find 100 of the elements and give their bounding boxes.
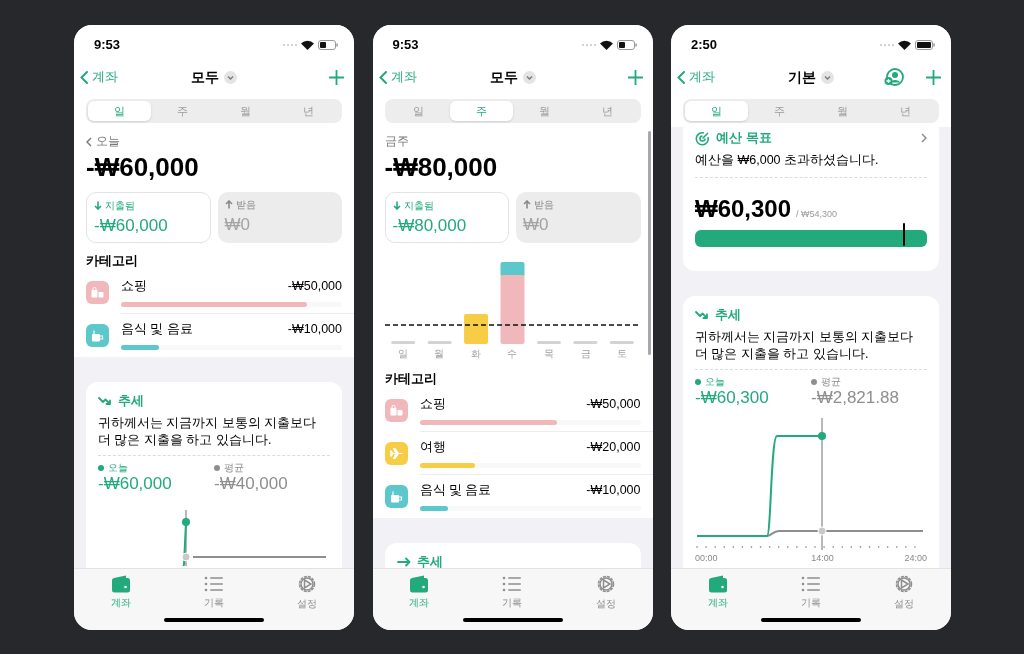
category-row[interactable]: 여행 -₩20,000 <box>372 432 653 475</box>
category-row[interactable]: 음식 및 음료 -₩10,000 <box>74 314 354 357</box>
spent-card[interactable]: 지출됨 -₩60,000 <box>86 192 211 243</box>
add-button[interactable] <box>926 69 941 85</box>
chevron-left-icon[interactable] <box>86 137 92 147</box>
card-title: 예산 목표 <box>716 129 772 148</box>
tab-item[interactable]: 설정 <box>260 574 354 610</box>
tab-item[interactable]: 기록 <box>167 574 261 610</box>
card-label: 지출됨 <box>403 199 434 213</box>
scroll-bar[interactable] <box>647 131 651 355</box>
section-title: 카테고리 <box>85 252 139 270</box>
arrow-right-icon <box>396 557 411 567</box>
card-title: 추세 <box>715 306 741 325</box>
card-label: 지출됨 <box>105 199 135 213</box>
arrow-down-icon <box>392 201 401 210</box>
card-value: ₩0 <box>523 214 550 236</box>
plus-icon <box>329 69 344 85</box>
segment-tab[interactable]: 월 <box>214 101 277 121</box>
tab-item[interactable]: 계좌 <box>372 574 466 610</box>
budget-card[interactable]: 예산 목표 예산을 ₩6,000 초과하셨습니다. ₩60,300 / ₩54,300 <box>683 127 939 271</box>
trend-down-icon <box>98 396 112 406</box>
day-label: 화 <box>469 347 482 361</box>
segment-tab[interactable]: 주 <box>151 101 214 121</box>
back-button[interactable]: 계좌 <box>378 67 417 87</box>
list-icon <box>502 575 523 592</box>
category-amount: -₩10,000 <box>586 482 641 500</box>
budget-message: 예산을 ₩6,000 초과하셨습니다. <box>695 152 880 169</box>
category-name: 여행 <box>419 439 446 457</box>
category-row[interactable]: 쇼핑 -₩50,000 <box>74 271 354 314</box>
arrow-down-icon <box>94 201 102 210</box>
today-amount: -₩60,300 <box>695 388 770 408</box>
category-name: 쇼핑 <box>121 278 147 296</box>
back-button[interactable]: 계좌 <box>677 67 715 87</box>
chevron-left-icon <box>80 70 88 84</box>
empty-bar <box>390 341 415 344</box>
segment-tab[interactable]: 일 <box>88 101 151 121</box>
chart-bar[interactable] <box>463 314 488 344</box>
add-button[interactable] <box>627 69 643 85</box>
received-card[interactable]: 받음 ₩0 <box>217 192 342 243</box>
status-time: 9:53 <box>392 36 419 55</box>
account-selector[interactable]: 기본 <box>788 66 834 88</box>
account-selector[interactable]: 모두 <box>489 66 536 88</box>
card-label: 받음 <box>534 198 554 212</box>
segment-tab[interactable]: 년 <box>277 101 340 121</box>
chevron-right-icon[interactable] <box>921 133 927 143</box>
period-label: 오늘 <box>96 134 120 150</box>
segment-tab[interactable]: 월 <box>512 101 576 121</box>
arrow-up-icon <box>224 200 233 209</box>
card-value: -₩60,000 <box>94 215 169 237</box>
total-amount: -₩60,000 <box>86 151 200 183</box>
wallet-icon <box>110 574 131 593</box>
trend-down-icon <box>695 310 709 320</box>
tab-item[interactable]: 계좌 <box>671 574 765 610</box>
category-row[interactable]: 쇼핑 -₩50,000 <box>372 389 653 432</box>
tab-item[interactable]: 기록 <box>465 574 560 610</box>
back-button[interactable]: 계좌 <box>80 67 118 87</box>
category-amount: -₩50,000 <box>287 278 342 296</box>
empty-bar <box>609 341 634 344</box>
plus-icon <box>926 69 941 85</box>
category-name: 음식 및 음료 <box>419 482 492 500</box>
category-name: 음식 및 음료 <box>121 321 193 339</box>
average-amount: -₩40,000 <box>214 474 289 494</box>
chevron-left-icon <box>677 70 685 84</box>
add-button[interactable] <box>329 69 344 85</box>
axis-label: 14:00 <box>811 552 834 565</box>
card-title: 추세 <box>416 553 443 572</box>
segment-tab[interactable]: 월 <box>811 101 874 121</box>
section-title: 카테고리 <box>383 370 438 388</box>
total-amount: -₩80,000 <box>384 151 499 183</box>
budget-marker <box>902 223 906 246</box>
day-label: 금 <box>579 347 592 361</box>
segment-tab[interactable]: 년 <box>874 101 937 121</box>
legend-label: 평균 <box>821 375 841 388</box>
budget-amount: / ₩54,300 <box>796 208 838 221</box>
status-time: 2:50 <box>691 36 718 55</box>
wallet-icon <box>707 574 728 593</box>
segment-tab[interactable]: 년 <box>575 101 639 121</box>
segment-tab[interactable]: 일 <box>685 101 748 121</box>
segment-tab[interactable]: 주 <box>748 101 811 121</box>
wifi-icon <box>301 40 314 50</box>
category-name: 쇼핑 <box>419 396 446 414</box>
category-row[interactable]: 음식 및 음료 -₩10,000 <box>372 475 653 518</box>
day-label: 수 <box>506 347 519 361</box>
received-card[interactable]: 받음 ₩0 <box>516 192 641 243</box>
segment-tab[interactable]: 일 <box>386 101 450 121</box>
card-value: -₩80,000 <box>392 215 468 237</box>
add-person-button[interactable] <box>884 68 904 86</box>
segment-tab[interactable]: 주 <box>449 101 513 121</box>
trend-message: 귀하께서는 지금까지 보통의 지출보다 더 많은 지출을 하고 있습니다. <box>695 329 915 363</box>
tab-item[interactable]: 설정 <box>857 574 951 610</box>
tab-item[interactable]: 계좌 <box>74 574 168 610</box>
settings-icon <box>894 574 915 594</box>
axis-label: 24:00 <box>904 552 927 565</box>
tab-item[interactable]: 기록 <box>764 574 858 610</box>
account-selector[interactable]: 모두 <box>191 66 237 88</box>
status-time: 9:53 <box>94 36 121 55</box>
day-label: 토 <box>616 347 629 361</box>
spent-card[interactable]: 지출됨 -₩80,000 <box>384 192 509 243</box>
plus-icon <box>627 69 643 85</box>
tab-item[interactable]: 설정 <box>559 574 653 610</box>
